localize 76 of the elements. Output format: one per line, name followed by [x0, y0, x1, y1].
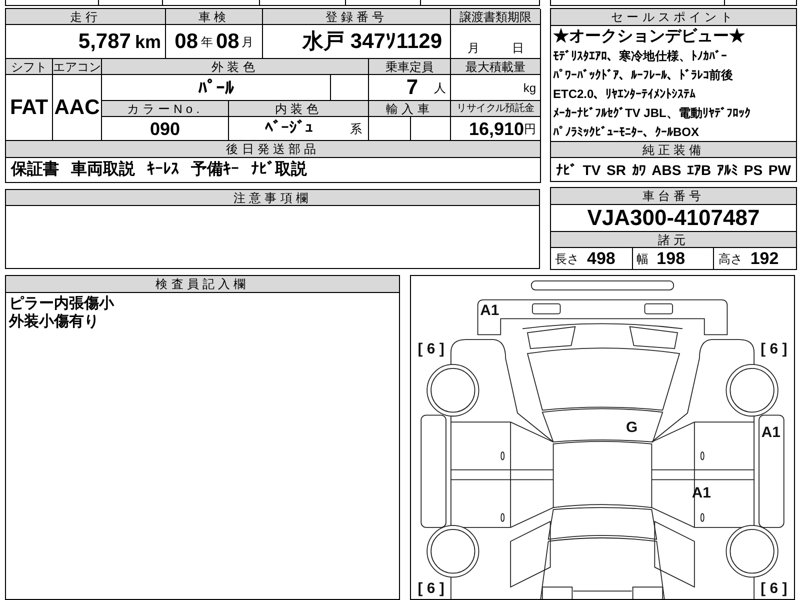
part-item: 車両取説 [71, 162, 135, 178]
year-value: 08 [174, 31, 198, 52]
damage-code: G [626, 420, 638, 436]
equipment-item: TV [582, 162, 601, 176]
equipment-item: ｶﾜ [632, 162, 646, 176]
unit-label: 系 [350, 122, 362, 134]
exterior-color-value: ﾊﾟｰﾙ [198, 78, 234, 96]
section-header: 純正装備 [551, 141, 796, 158]
damage-code: A1 [480, 302, 500, 319]
equipment-item: ABS [652, 162, 682, 176]
section-header: 注意事項欄 [6, 190, 539, 206]
column-header: シフト [6, 59, 53, 75]
column-header: 内装色 [229, 101, 369, 117]
sales-point-text: ﾒｰｶｰﾅﾋﾞﾌﾙｾｸﾞTV JBL、電動ﾘﾔﾃﾞﾌﾛｯｸ [553, 105, 752, 122]
equipment-item: ﾅﾋﾞ [556, 162, 577, 176]
unit-label: 年 [201, 36, 213, 48]
unit-label: 月 [241, 36, 254, 48]
unit-label: 月 [467, 42, 480, 54]
column-header: 乗車定員 [369, 59, 451, 75]
column-header: 譲渡書類期限 [451, 9, 541, 25]
column-header: 輸入車 [369, 101, 451, 117]
section-header: 車台番号 [551, 188, 796, 205]
registration-number: 水戸 347ｿ1129 [302, 31, 442, 52]
sales-point-text: ﾊﾟﾉﾗﾐｯｸﾋﾞｭｰﾓﾆﾀｰ、ｸｰﾙBOX [553, 124, 700, 141]
recycle-fee-value: 16,910 [468, 120, 524, 138]
unit-label: km [134, 32, 161, 50]
chassis-number: VJA300-4107487 [587, 207, 760, 229]
unit-label: kg [523, 82, 536, 94]
dimension-value: 198 [656, 250, 686, 267]
dimension-value: 498 [587, 250, 616, 267]
unit-label: 人 [434, 82, 446, 94]
unit-label: 円 [524, 122, 536, 134]
equipment-item: ｱﾙﾐ [717, 162, 738, 176]
column-header: 登録番号 [263, 9, 451, 25]
color-number-value: 090 [150, 120, 180, 138]
part-item: 予備ｷｰ [191, 162, 239, 178]
part-item: 保証書 [11, 162, 59, 178]
mileage-value: 5,787 [78, 31, 131, 52]
capacity-value: 7 [406, 77, 418, 98]
sales-point-text: ﾊﾟﾜｰﾊﾞｯｸﾄﾞｱ、ﾙｰﾌﾚｰﾙ、ﾄﾞﾗﾚｺ前後 [553, 67, 734, 84]
tire-mark: [ 6 ] [760, 342, 788, 358]
tire-mark: [ 6 ] [760, 581, 788, 598]
sales-point-text: ﾓﾃﾞﾘｽﾀｴｱﾛ、寒冷地仕様、ﾄﾉｶﾊﾞｰ [553, 48, 728, 65]
unit-label: 日 [512, 42, 524, 54]
equipment-item: PS [744, 162, 763, 176]
section-header: 検査員記入欄 [6, 276, 399, 293]
column-header: 外装色 [102, 59, 369, 75]
dimension-label: 幅 [636, 252, 649, 264]
column-header: カラーNo. [102, 101, 229, 117]
tire-mark: [ 6 ] [418, 342, 444, 358]
column-header: リサイクル預託金 [451, 101, 541, 117]
tire-mark: [ 6 ] [418, 581, 444, 598]
equipment-item: ｴｱB [687, 162, 712, 176]
column-header: 走行 [6, 9, 166, 25]
column-header: 最大積載量 [451, 59, 541, 75]
column-header: 後日発送部品 [6, 141, 541, 158]
shift-value: FAT [10, 97, 48, 118]
equipment-item: PW [768, 162, 791, 176]
dimension-label: 高さ [718, 252, 742, 264]
dimension-label: 長さ [555, 252, 579, 264]
inspector-note: 外装小傷有り [9, 313, 100, 331]
interior-color-value: ﾍﾞｰｼﾞｭ [265, 120, 313, 136]
equipment-item: SR [606, 162, 626, 176]
part-item: ｷｰﾚｽ [147, 162, 179, 178]
part-item: ﾅﾋﾞ取説 [251, 162, 307, 178]
damage-code: A1 [761, 425, 780, 442]
column-header: エアコン [53, 59, 102, 75]
sales-point-text: ★オークションデビュー★ [553, 27, 746, 47]
section-header: セールスポイント [551, 9, 796, 26]
dimension-value: 192 [750, 250, 779, 267]
month-value: 08 [216, 31, 240, 52]
aircon-value: AAC [54, 97, 100, 118]
column-header: 車検 [166, 9, 263, 25]
inspector-note: ピラー内張傷小 [9, 295, 116, 313]
sales-point-text: ETC2.0、ﾘﾔｴﾝﾀｰﾃｲﾒﾝﾄｼｽﾃﾑ [553, 86, 697, 103]
section-header: 諸元 [551, 231, 796, 248]
